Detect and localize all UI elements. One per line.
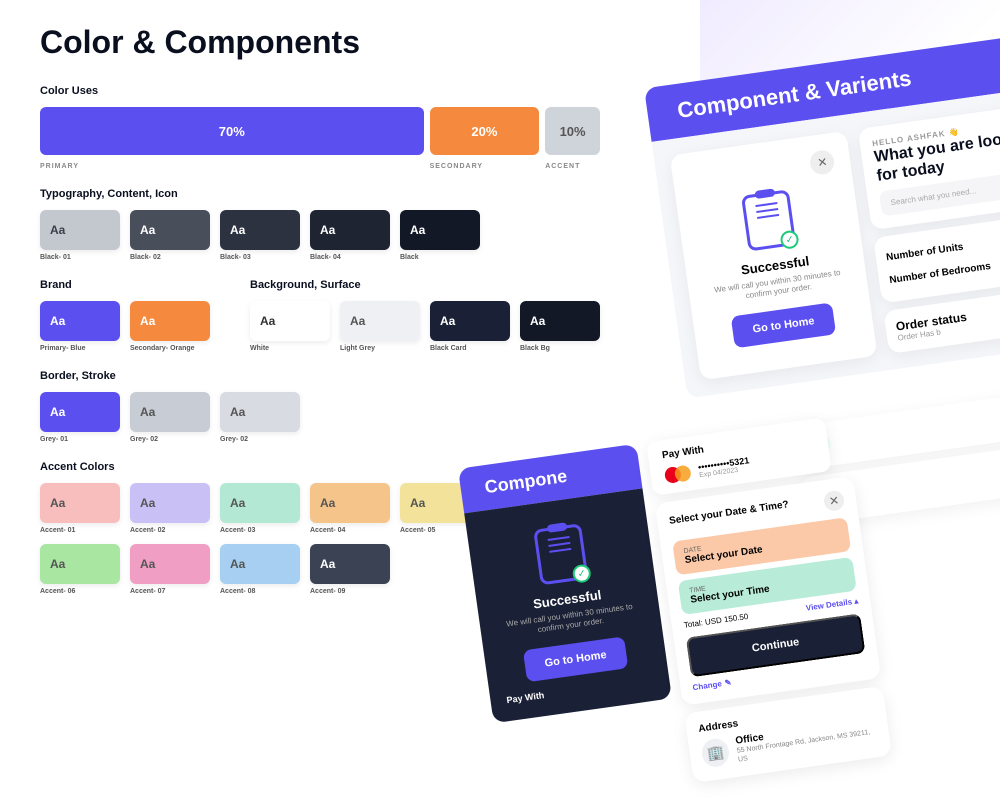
swatch-box: Aa <box>310 210 390 250</box>
swatch-box: Aa <box>130 544 210 584</box>
color-swatch: Aa Black Card <box>430 301 510 352</box>
border-label: Border, Stroke <box>40 370 600 382</box>
date-time-title: Select your Date & Time? <box>668 499 789 527</box>
swatch-box: Aa <box>130 392 210 432</box>
color-swatch: Aa Black <box>400 210 480 261</box>
color-uses-label: Color Uses <box>40 85 600 97</box>
swatch-box: Aa <box>220 210 300 250</box>
swatch-label: Black Bg <box>520 345 600 352</box>
swatch-label: Accent- 08 <box>220 588 300 595</box>
typography-swatches: Aa Black- 01 Aa Black- 02 Aa Black- 03 Aa Black… <box>40 210 600 261</box>
swatch-box: Aa <box>40 210 120 250</box>
dark-go-home-button[interactable]: Go to Home <box>523 636 629 682</box>
swatch-box: Aa <box>40 483 120 523</box>
typography-label: Typography, Content, Icon <box>40 188 600 200</box>
swatch-box: Aa <box>250 301 330 341</box>
swatch-box: Aa <box>310 544 390 584</box>
color-swatch: Aa Accent- 04 <box>310 483 390 534</box>
swatch-box: Aa <box>130 210 210 250</box>
color-swatch: Aa Accent- 09 <box>310 544 390 595</box>
swatch-label: Black Card <box>430 345 510 352</box>
search-card: HELLO ASHFAK 👋 What you are looking for … <box>858 102 1000 231</box>
border-swatches: Aa Grey- 01 Aa Grey- 02 Aa Grey- 02 <box>40 392 600 443</box>
swatch-box: Aa <box>130 483 210 523</box>
background-swatches: Aa White Aa Light Grey Aa Black Card Aa Black B… <box>250 301 600 352</box>
swatch-box: Aa <box>40 544 120 584</box>
color-bar: 70% 20% 10% <box>40 107 600 155</box>
page-title: Color & Components <box>40 24 600 61</box>
dark-success-card: ✓ Successful We will call you within 30 … <box>464 488 672 723</box>
swatch-label: Grey- 02 <box>130 436 210 443</box>
primary-bar: 70% <box>40 107 424 155</box>
swatch-label: Accent- 03 <box>220 527 300 534</box>
swatch-label: Accent- 06 <box>40 588 120 595</box>
color-swatch: Aa Black Bg <box>520 301 600 352</box>
swatch-box: Aa <box>400 210 480 250</box>
secondary-bar: 20% <box>430 107 540 155</box>
go-home-button[interactable]: Go to Home <box>731 302 837 348</box>
swatch-box: Aa <box>220 483 300 523</box>
swatch-label: Accent- 02 <box>130 527 210 534</box>
swatch-box: Aa <box>40 392 120 432</box>
clipboard-check-icon: ✓ <box>741 189 796 251</box>
swatch-label: Accent- 07 <box>130 588 210 595</box>
swatch-label: Black- 04 <box>310 254 390 261</box>
swatch-box: Aa <box>430 301 510 341</box>
secondary-label: SECONDARY <box>430 163 540 170</box>
color-swatch: Aa White <box>250 301 330 352</box>
color-swatch: Aa Black- 03 <box>220 210 300 261</box>
color-swatch: Aa Accent- 06 <box>40 544 120 595</box>
total-text: Total: USD 150.50 <box>683 612 749 630</box>
success-card: ✕ ✓ Successful We will call you within 3… <box>670 131 878 381</box>
color-swatch: Aa Black- 01 <box>40 210 120 261</box>
brand-swatches: Aa Primary- Blue Aa Secondary- Orange <box>40 301 210 352</box>
color-swatch: Aa Grey- 02 <box>220 392 300 443</box>
swatch-label: Light Grey <box>340 345 420 352</box>
swatch-label: Secondary- Orange <box>130 345 210 352</box>
primary-label: PRIMARY <box>40 163 424 170</box>
clipboard-check-icon-dark: ✓ <box>533 523 588 585</box>
accent-label: ACCENT <box>545 163 600 170</box>
color-swatch: Aa Accent- 08 <box>220 544 300 595</box>
close-date-button[interactable]: ✕ <box>823 489 846 512</box>
color-swatch: Aa Accent- 07 <box>130 544 210 595</box>
accent-bar: 10% <box>545 107 600 155</box>
color-swatch: Aa Grey- 02 <box>130 392 210 443</box>
mastercard-icon <box>664 464 692 483</box>
color-swatch: Aa Grey- 01 <box>40 392 120 443</box>
color-swatch: Aa Accent- 01 <box>40 483 120 534</box>
swatch-box: Aa <box>520 301 600 341</box>
swatch-label: Black- 03 <box>220 254 300 261</box>
swatch-box: Aa <box>130 301 210 341</box>
color-swatch: Aa Accent- 02 <box>130 483 210 534</box>
swatch-label: Accent- 09 <box>310 588 390 595</box>
swatch-label: Primary- Blue <box>40 345 120 352</box>
brand-label: Brand <box>40 279 210 291</box>
swatch-label: Accent- 04 <box>310 527 390 534</box>
swatch-label: Accent- 01 <box>40 527 120 534</box>
swatch-label: Black- 01 <box>40 254 120 261</box>
swatch-box: Aa <box>340 301 420 341</box>
color-swatch: Aa Black- 04 <box>310 210 390 261</box>
color-swatch: Aa Black- 02 <box>130 210 210 261</box>
color-swatch: Aa Light Grey <box>340 301 420 352</box>
swatch-label: Black- 02 <box>130 254 210 261</box>
swatch-box: Aa <box>40 301 120 341</box>
accent-swatches: Aa Accent- 01 Aa Accent- 02 Aa Accent- 03 Aa Ac… <box>40 483 500 595</box>
color-swatch: Aa Primary- Blue <box>40 301 120 352</box>
color-swatch: Aa Accent- 03 <box>220 483 300 534</box>
close-button[interactable]: ✕ <box>809 149 836 176</box>
swatch-label: Grey- 02 <box>220 436 300 443</box>
background-label: Background, Surface <box>250 279 600 291</box>
color-swatch: Aa Secondary- Orange <box>130 301 210 352</box>
swatch-box: Aa <box>310 483 390 523</box>
swatch-box: Aa <box>220 544 300 584</box>
swatch-label: Grey- 01 <box>40 436 120 443</box>
date-time-card: Select your Date & Time? ✕ DATE Select y… <box>655 476 881 706</box>
swatch-label: Black <box>400 254 480 261</box>
view-details-link[interactable]: View Details ▴ <box>805 596 859 612</box>
building-icon: 🏢 <box>700 737 731 768</box>
swatch-box: Aa <box>220 392 300 432</box>
swatch-label: White <box>250 345 330 352</box>
